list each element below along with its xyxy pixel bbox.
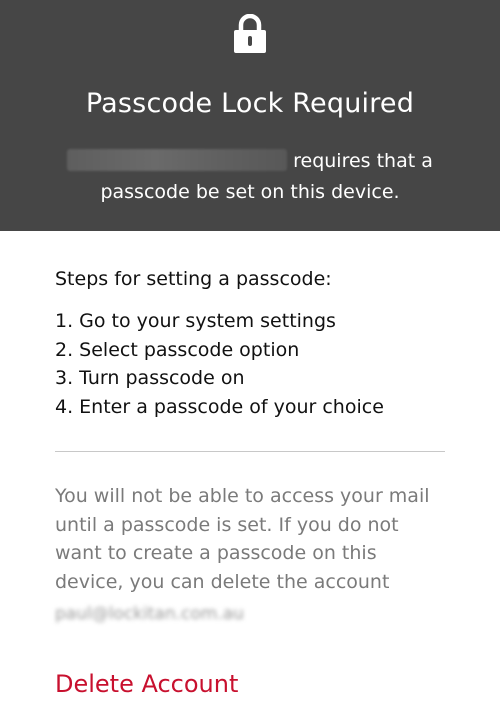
- delete-account-button[interactable]: Delete Account: [55, 670, 238, 698]
- warning-text: You will not be able to access your mail…: [55, 485, 430, 593]
- redacted-app-name: [67, 149, 288, 171]
- step-item: 1. Go to your system settings: [55, 310, 336, 332]
- desc-line-1: requires that a: [293, 150, 433, 172]
- step-item: 3. Turn passcode on: [55, 367, 245, 389]
- page-title: Passcode Lock Required: [85, 88, 415, 119]
- divider: [55, 451, 445, 452]
- steps-list: 1. Go to your system settings 2. Select …: [55, 307, 384, 421]
- account-email: paul@lockitan.com.au: [55, 604, 244, 624]
- passcode-header: Passcode Lock Required requires that a p…: [0, 0, 500, 231]
- access-warning: You will not be able to access your mail…: [55, 482, 450, 629]
- step-item: 2. Select passcode option: [55, 338, 300, 361]
- lock-icon: [234, 14, 266, 53]
- step-item: 4. Enter a passcode of your choice: [55, 395, 384, 418]
- requirement-description: requires that a passcode be set on this …: [0, 146, 500, 208]
- desc-line-2: passcode be set on this device.: [100, 181, 400, 203]
- steps-heading: Steps for setting a passcode:: [55, 268, 332, 290]
